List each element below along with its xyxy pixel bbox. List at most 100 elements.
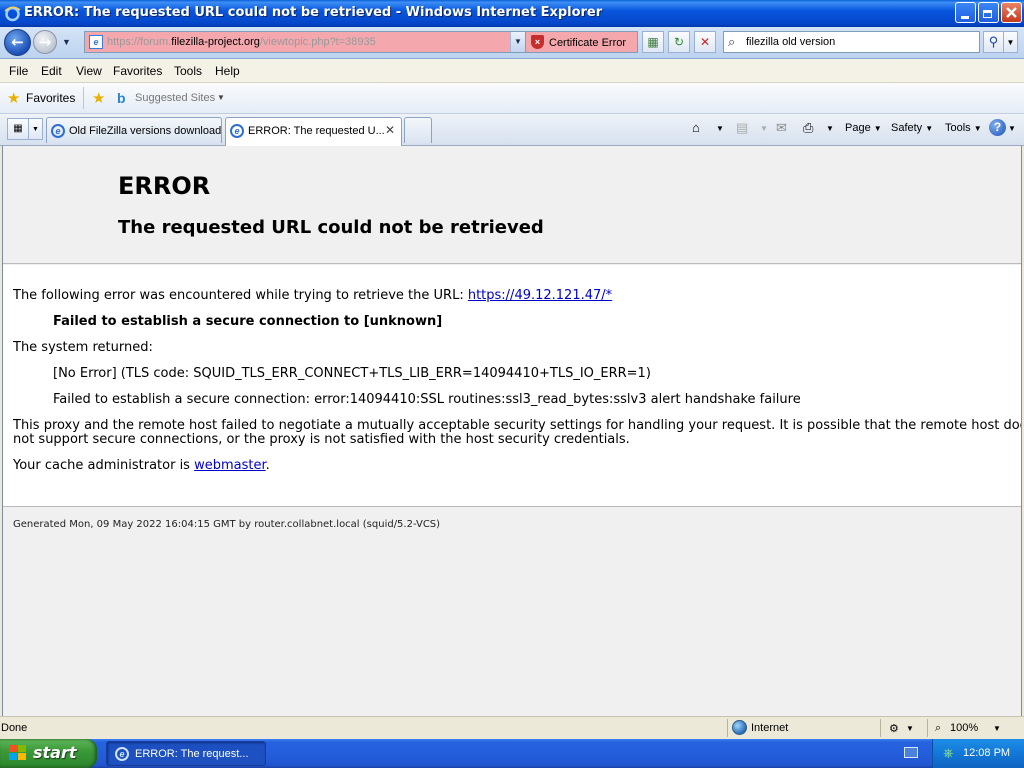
feeds-dropdown-icon[interactable]: ▼ [760,124,768,133]
error-url-link[interactable]: https://49.12.121.47/* [468,288,612,303]
close-button[interactable] [1001,2,1022,23]
add-to-favorites-icon[interactable]: ★ [92,89,105,107]
system-error-detail: Failed to establish a secure connection:… [53,392,801,407]
quick-tabs-button[interactable]: ▦ [7,118,29,140]
page-content[interactable]: ERROR The requested URL could not be ret… [2,146,1022,716]
network-icon[interactable]: ⎈ [943,745,953,761]
menu-help[interactable]: Help [215,64,240,78]
restore-icon [983,10,992,18]
suggested-sites-dropdown-icon[interactable]: ▼ [217,93,225,102]
history-dropdown-icon[interactable]: ▼ [62,37,71,47]
address-dropdown-button[interactable]: ▼ [510,32,525,52]
tab-error-active[interactable]: e ERROR: The requested U... ✕ [225,117,402,146]
tab-ie-icon: e [51,124,65,138]
protected-mode-icon[interactable]: ⚙ [889,722,899,735]
home-icon[interactable]: ⌂ [692,120,700,135]
menu-view[interactable]: View [76,64,102,78]
tab-ie-icon: e [230,124,244,138]
favorites-label: Favorites [26,91,76,105]
suggested-sites-link[interactable]: Suggested Sites [135,92,215,104]
zone-label[interactable]: Internet [751,722,788,734]
restore-button[interactable] [978,2,999,23]
quick-tabs-icon: ▦ [13,123,23,134]
home-dropdown-icon[interactable]: ▼ [716,124,724,133]
zoom-level[interactable]: 100% [950,722,978,734]
error-header: ERROR The requested URL could not be ret… [3,146,1021,264]
ie-taskbar-icon: e [115,747,129,761]
help-button[interactable]: ? [989,119,1006,136]
safety-menu[interactable]: Safety ▼ [891,122,933,134]
divider [727,719,728,737]
read-mail-icon[interactable]: ✉ [776,120,787,136]
menu-edit[interactable]: Edit [41,64,62,78]
zoom-icon[interactable]: ⌕ [935,722,941,735]
menu-tools[interactable]: Tools [174,64,202,78]
certificate-error-button[interactable]: × Certificate Error [526,31,638,53]
tab-list-dropdown[interactable]: ▼ [29,118,43,140]
tab-old-filezilla[interactable]: e Old FileZilla versions download [46,117,222,143]
search-options-dropdown[interactable]: ▼ [1004,31,1018,53]
navigation-bar: ← → ▼ e https://forum.filezilla-project.… [0,27,1024,59]
search-provider-icon: ⌕ [728,34,736,49]
chevron-down-icon: ▼ [32,126,39,133]
title-bar[interactable]: ERROR: The requested URL could not be re… [0,0,1024,27]
divider [83,87,84,109]
url-host: filezilla-project.org [171,36,260,48]
taskbar-item-label: ERROR: The request... [135,748,249,760]
webmaster-link[interactable]: webmaster [194,458,266,473]
feeds-icon[interactable]: ▤ [736,120,748,136]
chevron-down-icon: ▼ [873,124,882,133]
zoom-dropdown-icon[interactable]: ▼ [993,724,1001,733]
back-arrow-icon: ← [11,33,24,51]
back-button[interactable]: ← [4,29,31,56]
minimize-button[interactable] [955,2,976,23]
taskbar: start e ERROR: The request... ⎈ 12:08 PM [0,739,1024,768]
start-button[interactable]: start [0,739,97,768]
search-input[interactable]: ⌕ filezilla old version [723,31,980,53]
admin-text: Your cache administrator is [13,458,195,473]
error-url-text: The following error was encountered whil… [13,288,468,303]
menu-bar: File Edit View Favorites Tools Help [0,59,1024,83]
error-heading: ERROR [118,172,211,200]
tools-menu-label: Tools [945,122,971,134]
search-button[interactable]: ⚲ [983,31,1004,53]
error-subheading: The requested URL could not be retrieved [118,217,544,238]
refresh-button[interactable]: ↻ [668,31,690,53]
generated-footer: Generated Mon, 09 May 2022 16:04:15 GMT … [13,519,441,530]
address-bar[interactable]: e https://forum.filezilla-project.org/vi… [84,31,526,53]
tools-menu[interactable]: Tools ▼ [945,122,982,134]
internet-explorer-icon [4,6,21,22]
chevron-down-icon: ▼ [973,124,982,133]
help-dropdown-icon[interactable]: ▼ [1008,124,1016,133]
bing-icon: b [117,90,126,106]
search-query-text: filezilla old version [746,36,836,48]
new-tab-button[interactable] [404,117,432,143]
page-icon: e [89,35,103,49]
page-menu[interactable]: Page ▼ [845,122,882,134]
compatibility-view-button[interactable]: ▦ [642,31,664,53]
close-icon [1006,7,1017,18]
stop-button[interactable]: ✕ [694,31,716,53]
system-tray: ⎈ 12:08 PM [932,739,1024,768]
favorites-bar: ★ Favorites ★ b Suggested Sites ▼ [0,83,1024,114]
forward-button[interactable]: → [33,30,57,54]
taskbar-item-ie[interactable]: e ERROR: The request... [106,741,266,766]
url-text[interactable]: https://forum.filezilla-project.org/view… [107,36,376,48]
favorites-button[interactable]: ★ Favorites [4,85,80,111]
protected-mode-dropdown-icon[interactable]: ▼ [906,724,914,733]
print-dropdown-icon[interactable]: ▼ [826,124,834,133]
close-tab-icon[interactable]: ✕ [385,123,395,137]
tab-label: ERROR: The requested U... [248,125,385,137]
safety-menu-label: Safety [891,122,923,134]
status-bar: Done Internet ⚙ ▼ ⌕ 100% ▼ [0,716,1024,739]
forward-arrow-icon: → [38,33,52,51]
admin-line: Your cache administrator is webmaster. [13,458,270,473]
print-icon[interactable]: ⎙ [803,120,813,136]
divider [927,719,928,737]
system-error-line: [No Error] (TLS code: SQUID_TLS_ERR_CONN… [53,366,651,381]
menu-file[interactable]: File [9,64,28,78]
url-prefix: https://forum. [107,36,172,48]
menu-favorites[interactable]: Favorites [113,64,162,78]
keyboard-icon[interactable] [904,747,918,758]
clock[interactable]: 12:08 PM [963,747,1010,759]
